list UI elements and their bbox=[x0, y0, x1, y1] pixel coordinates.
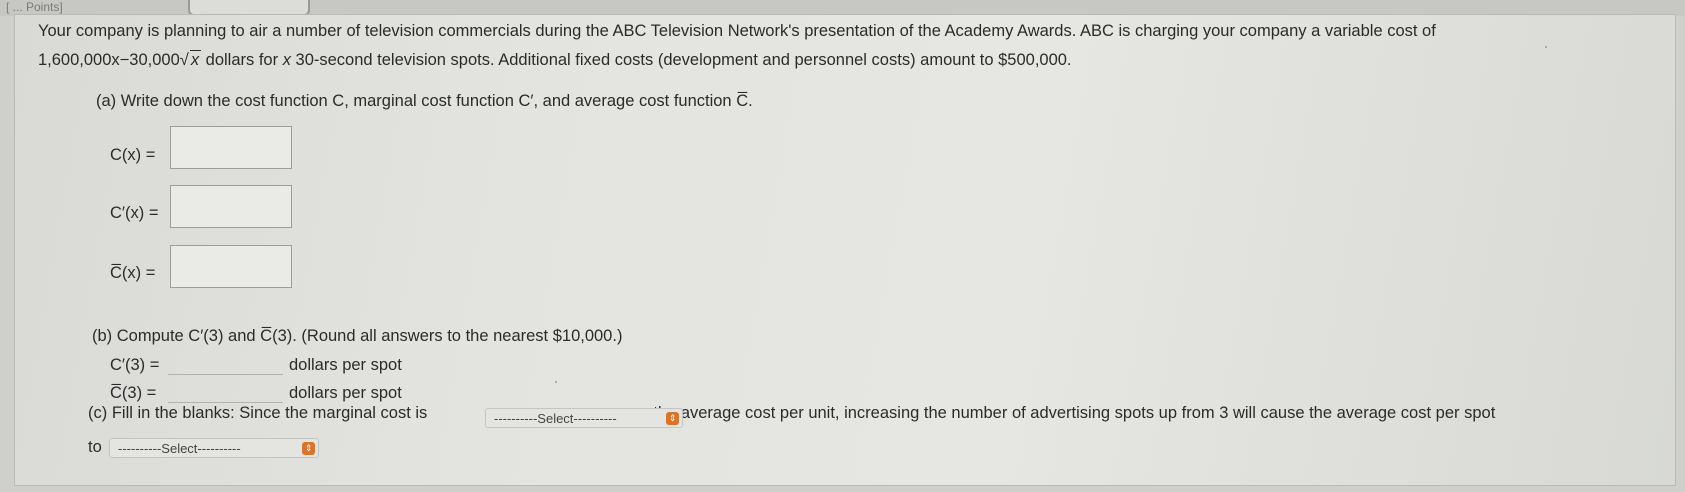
marginal-cost-3-input[interactable] bbox=[168, 352, 283, 375]
part-c-text-after: the average cost per unit, increasing th… bbox=[653, 404, 1496, 422]
select-arrows-icon: ⇕ bbox=[302, 442, 315, 455]
dollars-for-text: dollars for bbox=[201, 51, 283, 69]
sqrt-symbol: √ bbox=[179, 51, 189, 69]
select-arrows-icon: ⇕ bbox=[666, 412, 679, 425]
average-cost-3-input[interactable] bbox=[168, 380, 283, 403]
sqrt-radicand: x bbox=[189, 50, 202, 69]
speck bbox=[1545, 46, 1547, 48]
part-c-text-before: (c) Fill in the blanks: Since the margin… bbox=[88, 404, 428, 422]
part-c-line-1: (c) Fill in the blanks: Since the margin… bbox=[88, 404, 1495, 423]
comparison-select[interactable]: ----------Select---------- ⇕ bbox=[485, 408, 683, 428]
part-c-to: to bbox=[88, 438, 102, 456]
part-a-prompt: (a) Write down the cost function C, marg… bbox=[96, 92, 753, 110]
average-cost-input[interactable] bbox=[170, 245, 292, 288]
marginal-cost-3-label: C′(3) = bbox=[110, 356, 160, 374]
marginal-cost-3-unit: dollars per spot bbox=[289, 356, 402, 374]
points-label: [ ... Points] bbox=[6, 0, 63, 14]
cost-function-label: C(x) = bbox=[110, 146, 156, 164]
average-cost-3-unit: dollars per spot bbox=[289, 384, 402, 402]
average-cost-3-label: C̅(3) = bbox=[110, 384, 157, 402]
direction-select-value: ----------Select---------- bbox=[118, 441, 241, 456]
variable-x: x bbox=[282, 51, 291, 69]
average-cost-label: C̅(x) = bbox=[110, 264, 156, 282]
intro-line-1: Your company is planning to air a number… bbox=[38, 22, 1436, 40]
part-b-prompt: (b) Compute C′(3) and C̅(3). (Round all … bbox=[92, 327, 623, 345]
intro-line-2-end: 30-second television spots. Additional f… bbox=[290, 51, 1072, 69]
comparison-select-value: ----------Select---------- bbox=[494, 411, 617, 426]
direction-select[interactable]: ----------Select---------- ⇕ bbox=[109, 438, 319, 458]
speck bbox=[555, 381, 557, 383]
marginal-cost-label: C′(x) = bbox=[110, 204, 159, 222]
intro-line-2: 1,600,000x−30,000√ x dollars for x 30-sec… bbox=[38, 50, 1072, 70]
cost-function-input[interactable] bbox=[170, 126, 292, 169]
marginal-cost-input[interactable] bbox=[170, 185, 292, 228]
cost-expression: 1,600,000x−30,000 bbox=[38, 51, 180, 69]
